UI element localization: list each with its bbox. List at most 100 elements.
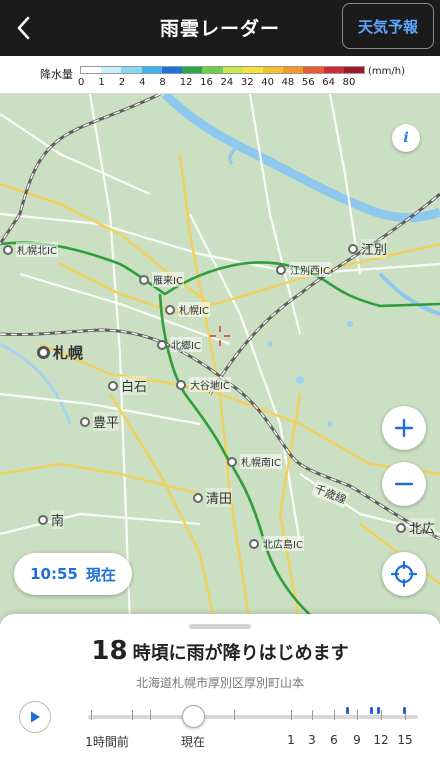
time-value: 10:55 (30, 565, 78, 583)
legend-tick-label: 80 (342, 77, 356, 88)
place-sapporo-minami-ic: 札幌南IC (227, 454, 282, 469)
timeline-tick (234, 710, 235, 720)
minus-icon (394, 482, 414, 486)
timeline-tick (334, 710, 335, 720)
legend-color-scale (80, 66, 365, 74)
current-location-button[interactable] (382, 552, 426, 596)
legend-swatch (323, 67, 344, 73)
rain-start-message: 18 時頃に雨が降りはじめます (0, 636, 440, 666)
timeline-tick (132, 710, 133, 720)
timeline-label-1h-ago: 1時間前 (85, 735, 129, 749)
legend-swatch (343, 67, 365, 73)
place-marker-icon (38, 514, 48, 525)
now-label: 現在 (85, 565, 116, 584)
legend-tick-label: 40 (261, 77, 274, 88)
top-bar: 雨雲レーダー 天気予報 (0, 0, 440, 56)
timeline-label-6: 6 (330, 733, 338, 747)
timeline-slider-knob[interactable] (182, 705, 205, 728)
place-minami: 南 (38, 510, 65, 529)
current-time-pill[interactable]: 10:55 現在 (14, 553, 132, 595)
legend-swatch (121, 67, 142, 73)
place-marker-icon (108, 380, 118, 391)
timeline-tick (312, 710, 313, 720)
timeline-track[interactable] (88, 715, 418, 719)
place-marker-icon (37, 346, 50, 359)
place-sapporo: 札幌 (37, 342, 83, 363)
timeline-tick (381, 710, 382, 720)
place-marker-icon (139, 274, 149, 285)
legend-tick-label: 56 (301, 77, 315, 88)
location-address: 北海道札幌市厚別区厚別町山本 (135, 676, 304, 690)
play-button[interactable] (19, 701, 51, 733)
timeline-tick (150, 710, 151, 720)
place-ebetsu: 江別 (348, 239, 388, 258)
legend-tick-label: 0 (78, 77, 85, 88)
place-marker-icon (157, 339, 167, 350)
legend-swatch (141, 67, 162, 73)
timeline-tick (91, 710, 92, 720)
weather-forecast-button[interactable]: 天気予報 (342, 3, 434, 49)
legend-tick-label: 24 (220, 77, 234, 88)
drag-handle[interactable] (189, 624, 251, 629)
place-marker-icon (348, 243, 358, 254)
rain-indicator (370, 707, 373, 714)
legend-tick-label: 2 (118, 77, 126, 88)
place-marker-icon (176, 379, 186, 390)
place-sapporo-kita-ic: 札幌北IC (3, 242, 58, 257)
place-marker-icon (249, 538, 259, 549)
timeline-label-15: 15 (397, 733, 413, 747)
legend-swatch (81, 67, 102, 73)
radar-map[interactable]: 札幌北IC 雁来IC 江別西IC 江別 札幌IC 北郷IC 札幌 白石 大谷地I… (0, 94, 440, 624)
precipitation-legend: 降水量 0 1 2 4 8 12 16 24 32 40 48 56 64 80 (mm/h) (0, 56, 440, 94)
place-marker-icon (396, 522, 406, 533)
rain-indicator (377, 707, 380, 714)
legend-tick-label: 12 (179, 77, 193, 88)
legend-swatch (161, 67, 183, 73)
legend-swatch (182, 67, 203, 73)
timeline-label-1: 1 (287, 733, 295, 747)
plus-icon (394, 418, 414, 438)
rain-start-text: 時頃に雨が降りはじめます (132, 643, 349, 664)
legend-tick-label: 16 (200, 77, 213, 88)
place-marker-icon (165, 304, 175, 315)
legend-tick-label: 8 (159, 77, 166, 88)
place-kitago-ic: 北郷IC (157, 337, 202, 352)
place-marker-icon (193, 492, 203, 503)
rain-indicator (346, 707, 349, 714)
legend-unit: (mm/h) (368, 66, 405, 77)
place-ebetsu-nishi-ic: 江別西IC (276, 262, 331, 277)
place-oyachi-ic: 大谷地IC (176, 377, 231, 392)
legend-title: 降水量 (40, 68, 73, 81)
timeline-tick (357, 710, 358, 720)
place-karikiri-ic: 雁来IC (139, 272, 184, 287)
place-shiroishi: 白石 (108, 376, 148, 395)
place-marker-icon (276, 264, 286, 275)
timeline-label-now: 現在 (180, 735, 206, 749)
zoom-out-button[interactable] (382, 462, 426, 506)
legend-swatch (242, 67, 263, 73)
place-marker-icon (3, 244, 13, 255)
legend-swatch (202, 67, 223, 73)
timeline-label-9: 9 (353, 733, 361, 747)
info-button[interactable]: i (392, 124, 420, 152)
place-marker-icon (80, 416, 90, 427)
legend-tick-label: 64 (322, 77, 336, 88)
legend-swatch (303, 67, 324, 73)
zoom-in-button[interactable] (382, 406, 426, 450)
legend-swatch (222, 67, 243, 73)
legend-tick-labels: 0 1 2 4 8 12 16 24 32 40 48 56 64 80 (78, 77, 365, 89)
place-kiyota: 清田 (193, 488, 233, 507)
legend-swatch (262, 67, 284, 73)
legend-tick-label: 32 (240, 77, 254, 88)
legend-swatch (101, 67, 122, 73)
play-icon (31, 711, 40, 723)
forecast-sheet: 18 時頃に雨が降りはじめます 北海道札幌市厚別区厚別町山本 1時間前 現在 1… (0, 614, 440, 757)
place-sapporo-ic: 札幌IC (165, 302, 210, 317)
legend-tick-label: 4 (139, 77, 146, 88)
locate-icon (391, 561, 417, 587)
rain-start-hour: 18 (91, 636, 128, 666)
timeline-label-12: 12 (373, 733, 389, 747)
rain-indicator (403, 707, 406, 714)
place-kitahiroshima-ic: 北広島IC (249, 536, 304, 551)
timeline-tick (291, 710, 292, 720)
